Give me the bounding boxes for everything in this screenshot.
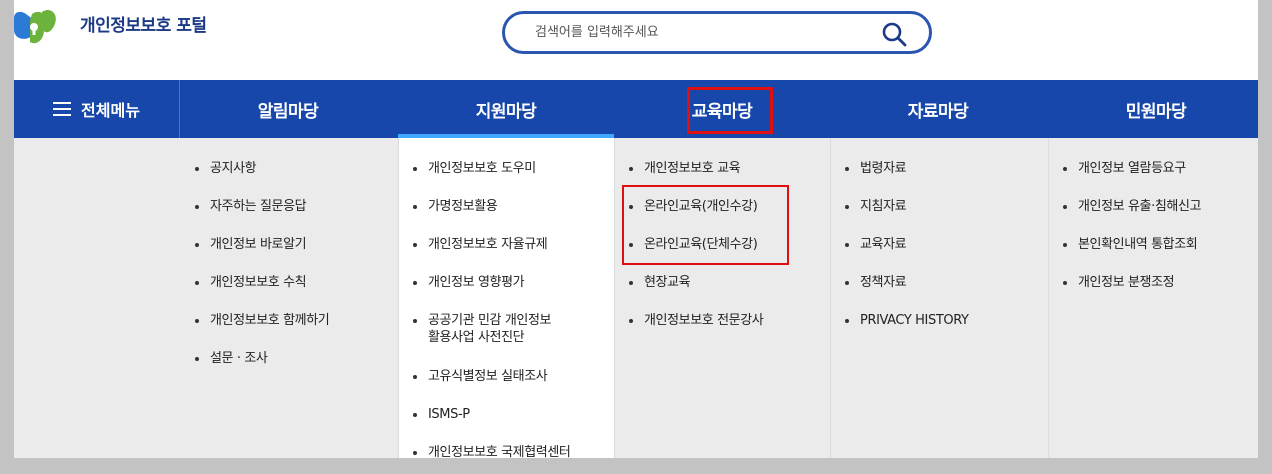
menu-item[interactable]: 개인정보 열람등요구 bbox=[1063, 160, 1186, 177]
search-icon[interactable] bbox=[881, 21, 907, 47]
menu-column-civil: 개인정보 열람등요구 개인정보 유출·침해신고 본인확인내역 통합조회 개인정보… bbox=[1048, 138, 1258, 458]
menu-item[interactable]: PRIVACY HISTORY bbox=[845, 312, 969, 329]
menu-item[interactable]: 개인정보 분쟁조정 bbox=[1063, 274, 1175, 291]
site-logo[interactable]: 개인정보보호 포털 bbox=[14, 6, 207, 54]
menu-item[interactable]: 개인정보보호 도우미 bbox=[413, 160, 536, 177]
menu-item[interactable]: 설문 · 조사 bbox=[195, 350, 268, 367]
site-name: 개인정보보호 포털 bbox=[80, 15, 207, 36]
page: 개인정보보호 포털 전체메뉴 알림마당 지원마당 교육마당 자료마당 민원마당 … bbox=[14, 0, 1258, 458]
menu-item[interactable]: 공공기관 민감 개인정보 bbox=[413, 312, 551, 329]
menu-item[interactable]: 가명정보활용 bbox=[413, 198, 498, 215]
menu-item[interactable]: 현장교육 bbox=[629, 274, 691, 291]
menu-item[interactable]: 개인정보보호 국제협력센터 bbox=[413, 444, 571, 458]
mega-menu: 공지사항 자주하는 질문응답 개인정보 바로알기 개인정보보호 수칙 개인정보보… bbox=[14, 138, 1258, 458]
menu-item[interactable]: 개인정보 유출·침해신고 bbox=[1063, 198, 1201, 215]
menu-item[interactable]: 자주하는 질문응답 bbox=[195, 198, 307, 215]
all-menu-button[interactable]: 전체메뉴 bbox=[14, 80, 180, 138]
search-input[interactable] bbox=[533, 24, 867, 41]
menu-item[interactable]: 본인확인내역 통합조회 bbox=[1063, 236, 1198, 253]
nav-item-support[interactable]: 지원마당 bbox=[398, 80, 614, 138]
menu-item[interactable]: 고유식별정보 실태조사 bbox=[413, 368, 548, 385]
menu-item[interactable]: ISMS-P bbox=[413, 406, 470, 423]
menu-item-continuation[interactable]: 활용사업 사전진단 bbox=[413, 329, 525, 346]
menu-item[interactable]: 법령자료 bbox=[845, 160, 907, 177]
menu-item[interactable]: 개인정보보호 함께하기 bbox=[195, 312, 330, 329]
search-box bbox=[502, 11, 932, 54]
nav-item-notice[interactable]: 알림마당 bbox=[180, 80, 396, 138]
logo-mark-icon bbox=[14, 9, 56, 44]
menu-item[interactable]: 개인정보보호 전문강사 bbox=[629, 312, 764, 329]
menu-item[interactable]: 지침자료 bbox=[845, 198, 907, 215]
menu-column-resources: 법령자료 지침자료 교육자료 정책자료 PRIVACY HISTORY bbox=[830, 138, 1048, 458]
menu-item[interactable]: 정책자료 bbox=[845, 274, 907, 291]
education-highlight-box bbox=[687, 87, 773, 134]
menu-item[interactable]: 공지사항 bbox=[195, 160, 257, 177]
menu-item[interactable]: 개인정보 영향평가 bbox=[413, 274, 525, 291]
menu-item[interactable]: 개인정보보호 자율규제 bbox=[413, 236, 548, 253]
menu-item[interactable]: 개인정보 바로알기 bbox=[195, 236, 307, 253]
menu-column-notice: 공지사항 자주하는 질문응답 개인정보 바로알기 개인정보보호 수칙 개인정보보… bbox=[180, 138, 398, 458]
all-menu-label: 전체메뉴 bbox=[81, 101, 140, 120]
online-education-highlight-box bbox=[622, 185, 789, 265]
menu-column-support: 개인정보보호 도우미 가명정보활용 개인정보보호 자율규제 개인정보 영향평가 … bbox=[398, 138, 614, 458]
menu-item[interactable]: 개인정보보호 수칙 bbox=[195, 274, 307, 291]
menu-item[interactable]: 교육자료 bbox=[845, 236, 907, 253]
hamburger-icon bbox=[53, 102, 72, 116]
nav-item-civil[interactable]: 민원마당 bbox=[1048, 80, 1258, 138]
main-nav: 전체메뉴 알림마당 지원마당 교육마당 자료마당 민원마당 bbox=[14, 80, 1258, 138]
menu-item[interactable]: 개인정보보호 교육 bbox=[629, 160, 741, 177]
nav-item-resources[interactable]: 자료마당 bbox=[830, 80, 1046, 138]
